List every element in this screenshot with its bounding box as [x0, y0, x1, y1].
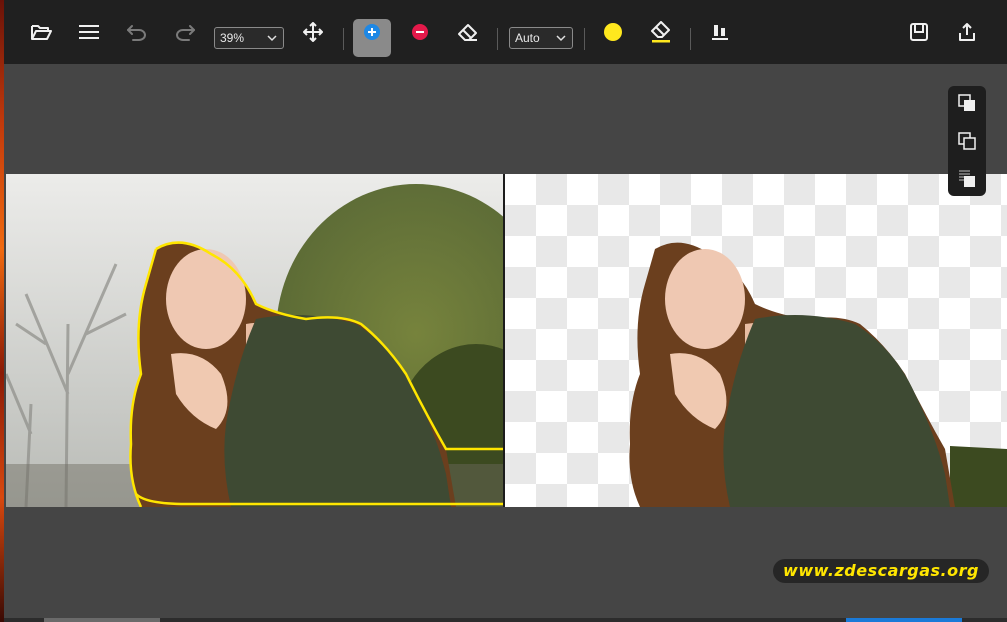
- top-toolbar: 39% Auto: [4, 0, 1007, 64]
- chevron-down-icon: [267, 35, 277, 42]
- layer-side-panel: [948, 86, 986, 196]
- minus-circle-icon[interactable]: [405, 17, 435, 47]
- align-bottom-icon[interactable]: [705, 17, 735, 47]
- folder-open-icon[interactable]: [26, 17, 56, 47]
- zoom-select[interactable]: 39%: [214, 27, 284, 49]
- color-dot-icon[interactable]: [598, 17, 628, 47]
- result-image[interactable]: [505, 174, 1007, 507]
- chevron-down-icon: [556, 35, 566, 42]
- zoom-value: 39%: [220, 31, 245, 45]
- taskbar-tab[interactable]: [44, 618, 160, 622]
- undo-icon[interactable]: [122, 17, 152, 47]
- toolbar-divider: [343, 28, 344, 50]
- transparent-layer-icon[interactable]: [956, 168, 978, 190]
- toolbar-divider: [497, 28, 498, 50]
- toolbar-divider: [584, 28, 585, 50]
- mode-value: Auto: [515, 31, 540, 45]
- toolbar-divider: [690, 28, 691, 50]
- duplicate-layer-icon[interactable]: [956, 130, 978, 152]
- copy-layer-icon[interactable]: [956, 92, 978, 114]
- save-icon[interactable]: [904, 17, 934, 47]
- mode-select[interactable]: Auto: [509, 27, 573, 49]
- plus-circle-icon[interactable]: [357, 17, 387, 47]
- share-export-icon[interactable]: [952, 17, 982, 47]
- eraser-underline-icon[interactable]: [646, 17, 676, 47]
- eraser-icon[interactable]: [453, 17, 483, 47]
- taskbar-progress: [846, 618, 962, 622]
- move-arrows-icon[interactable]: [298, 17, 328, 47]
- watermark-text: www.zdescargas.org: [773, 559, 989, 583]
- redo-icon[interactable]: [170, 17, 200, 47]
- original-image[interactable]: [6, 174, 503, 507]
- hamburger-menu-icon[interactable]: [74, 17, 104, 47]
